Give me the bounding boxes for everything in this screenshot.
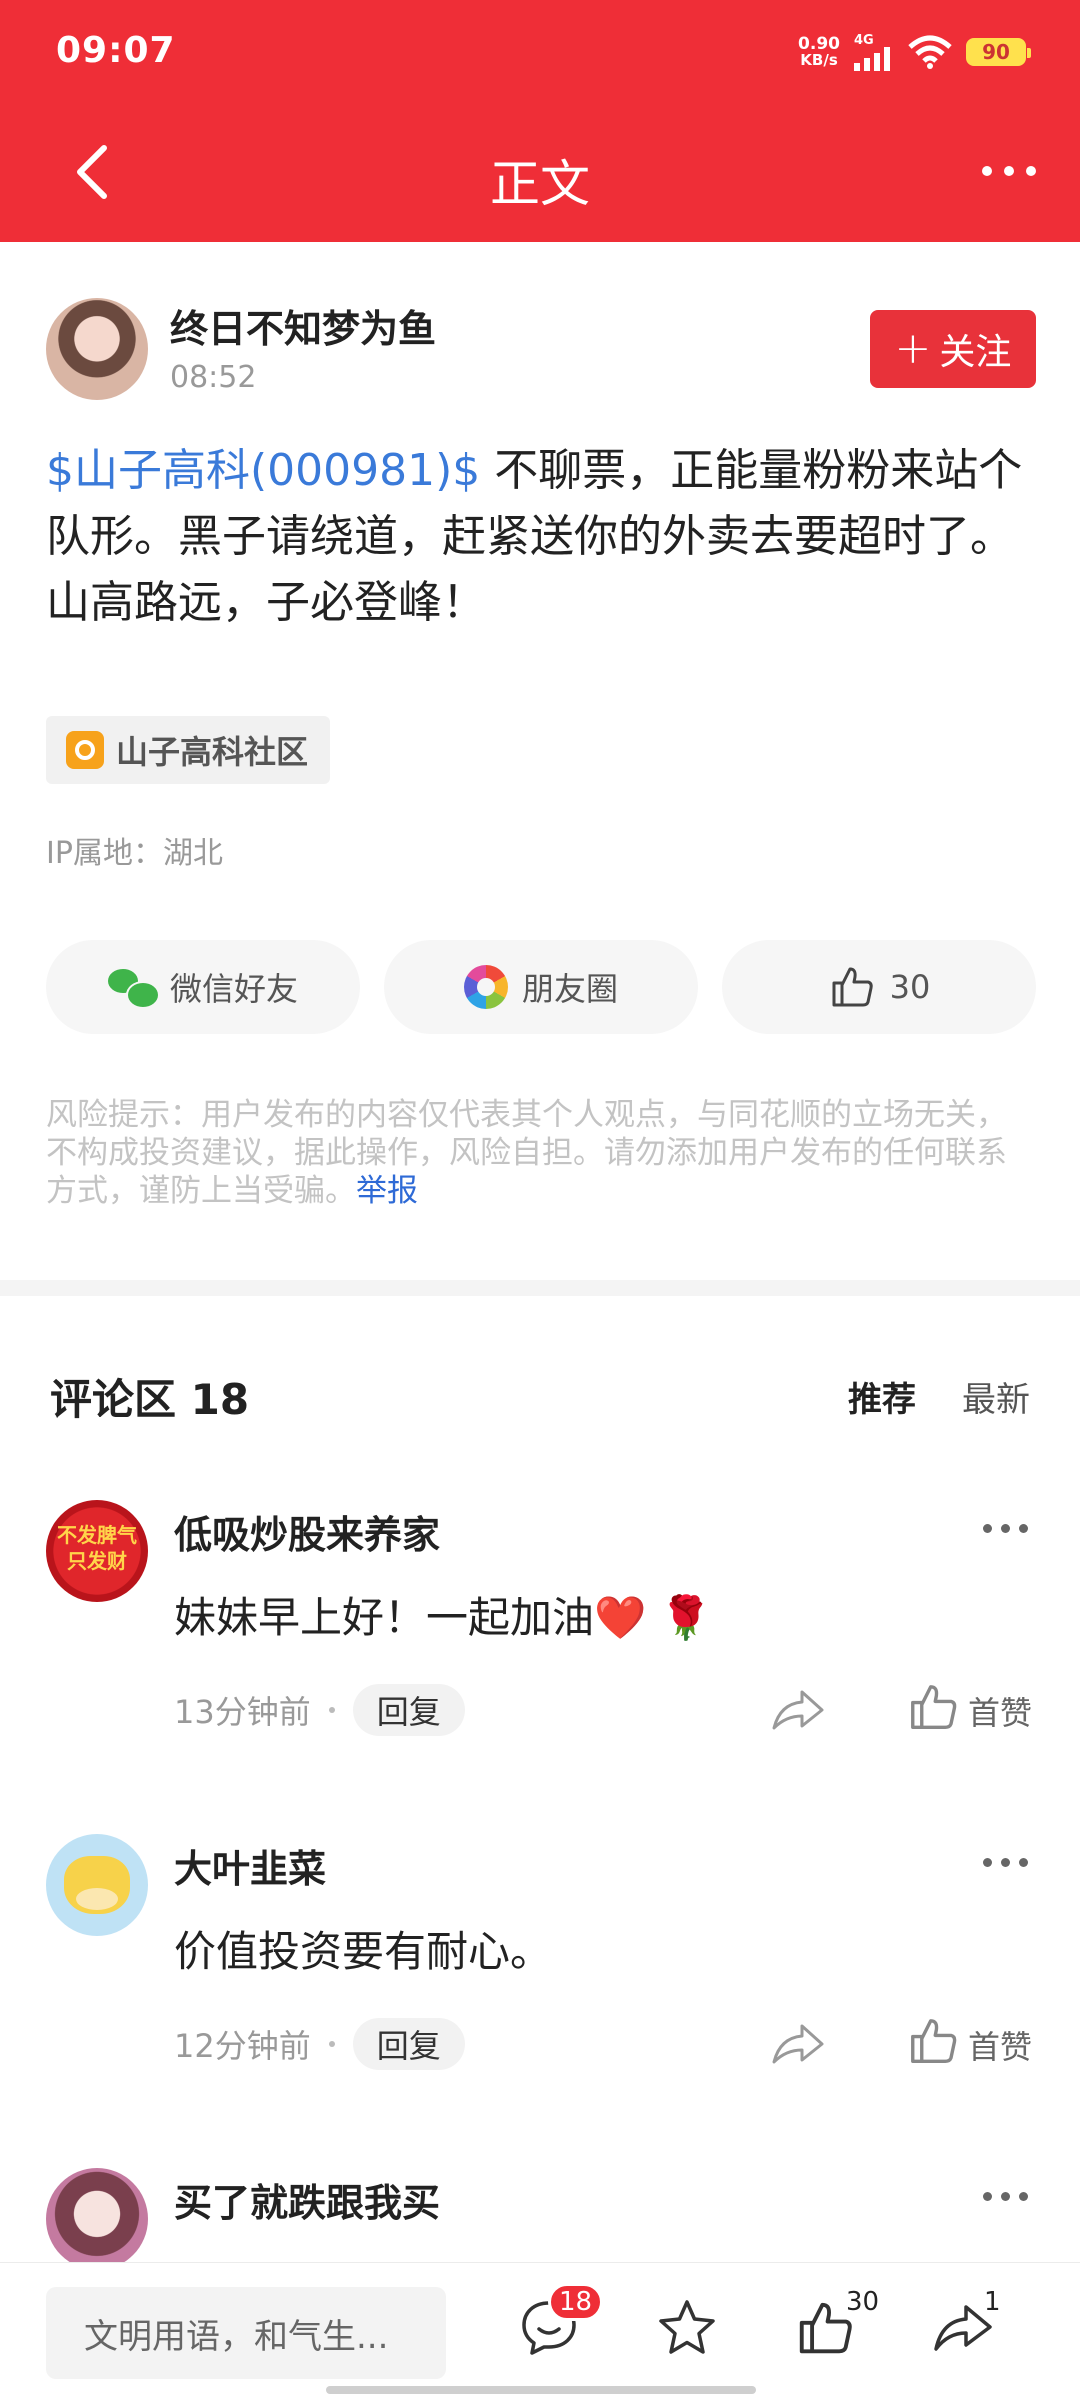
comment-item: 大叶韭菜 价值投资要有耐心。 12分钟前 回复 首赞 xyxy=(46,1834,1036,2084)
comment-item: 买了就跌跟我买 xyxy=(46,2168,1036,2262)
top-bar: 09:07 0.90 KB/s 4G 90 正文 xyxy=(0,0,1080,242)
post-author: 终日不知梦为鱼 08:52 + 关注 xyxy=(46,298,1036,408)
forward-icon[interactable] xyxy=(770,2018,826,2070)
wifi-icon xyxy=(908,35,952,69)
net-speed-unit: KB/s xyxy=(800,51,838,69)
comment-like-button[interactable]: 首赞 xyxy=(906,1680,1032,1734)
section-divider xyxy=(0,1280,1080,1296)
post-content: $山子高科(000981)$ 不聊票，正能量粉粉来站个队形。黑子请绕道，赶紧送你… xyxy=(46,438,1036,636)
home-indicator xyxy=(326,2386,756,2394)
favorite-button[interactable] xyxy=(656,2297,726,2367)
like-count-label: 30 xyxy=(846,2287,880,2317)
comment-like-label: 首赞 xyxy=(967,1694,1032,1732)
share-wechat-label: 微信好友 xyxy=(169,970,298,1008)
comment-sort: 推荐 最新 xyxy=(848,1372,1030,1421)
status-icons: 0.90 KB/s 4G 90 xyxy=(798,32,1031,72)
commenter-avatar[interactable]: 不发脾气只发财 xyxy=(46,1500,148,1602)
avatar-text: 不发脾气只发财 xyxy=(57,1523,137,1573)
thumbs-up-icon xyxy=(911,2019,957,2063)
share-count-label: 1 xyxy=(984,2287,1001,2317)
comment-time: 13分钟前 xyxy=(174,1693,311,1731)
share-moments-button[interactable]: 朋友圈 xyxy=(384,940,698,1034)
comment-time: 12分钟前 xyxy=(174,2027,311,2065)
share-wechat-button[interactable]: 微信好友 xyxy=(46,940,360,1034)
reply-button[interactable]: 回复 xyxy=(352,1684,465,1736)
bottom-like-button[interactable]: 30 xyxy=(794,2287,879,2367)
community-label: 山子高科社区 xyxy=(116,733,309,771)
follow-button[interactable]: + 关注 xyxy=(870,310,1036,388)
network-type: 4G xyxy=(854,32,874,48)
net-speed: 0.90 KB/s xyxy=(798,34,840,69)
follow-label: 关注 xyxy=(939,332,1012,373)
reply-button[interactable]: 回复 xyxy=(352,2018,465,2070)
more-icon[interactable] xyxy=(974,156,1044,186)
star-icon xyxy=(659,2300,715,2354)
comment-more-icon[interactable] xyxy=(983,2192,1028,2201)
moments-icon xyxy=(463,965,508,1009)
risk-text: 风险提示：用户发布的内容仅代表其个人观点，与同花顺的立场无关，不构成投资建议，据… xyxy=(46,1097,1007,1209)
like-count: 30 xyxy=(889,968,931,1006)
commenter-avatar[interactable] xyxy=(46,1834,148,1936)
commenter-name[interactable]: 大叶韭菜 xyxy=(174,1838,326,1893)
ip-location: IP属地：湖北 xyxy=(46,836,223,871)
page-title: 正文 xyxy=(490,155,590,213)
separator-dot xyxy=(328,2041,335,2047)
community-icon xyxy=(66,731,104,769)
author-avatar[interactable] xyxy=(46,298,148,400)
status-time: 09:07 xyxy=(56,30,176,71)
commenter-name[interactable]: 买了就跌跟我买 xyxy=(174,2172,440,2227)
comment-meta: 12分钟前 回复 xyxy=(174,2018,465,2070)
bottom-bar: 文明用语，和气生... 18 30 1 xyxy=(0,2262,1080,2400)
wechat-icon xyxy=(107,969,160,1009)
comment-button[interactable]: 18 xyxy=(518,2283,604,2367)
comment-more-icon[interactable] xyxy=(983,1858,1028,1867)
post-time: 08:52 xyxy=(170,360,257,395)
comment-more-icon[interactable] xyxy=(983,1524,1028,1533)
comments-title: 评论区 18 xyxy=(50,1375,250,1424)
comment-input[interactable]: 文明用语，和气生... xyxy=(46,2287,446,2379)
sort-recommended-tab[interactable]: 推荐 xyxy=(848,1372,916,1421)
commenter-name[interactable]: 低吸炒股来养家 xyxy=(174,1504,440,1559)
sort-latest-tab[interactable]: 最新 xyxy=(962,1372,1030,1421)
nav-bar: 正文 xyxy=(0,104,1080,242)
stock-link[interactable]: $山子高科(000981)$ xyxy=(46,445,480,496)
comment-count-badge: 18 xyxy=(548,2283,604,2321)
forward-icon[interactable] xyxy=(770,1684,826,1736)
signal-icon: 4G xyxy=(854,34,894,71)
thumbs-up-icon xyxy=(832,967,873,1007)
report-link[interactable]: 举报 xyxy=(356,1173,418,1209)
share-moments-label: 朋友圈 xyxy=(521,970,618,1008)
comment-item: 不发脾气只发财 低吸炒股来养家 妹妹早上好！一起加油❤️ 🌹 13分钟前 回复 … xyxy=(46,1500,1036,1750)
plus-icon: + xyxy=(894,323,932,374)
status-bar: 09:07 0.90 KB/s 4G 90 xyxy=(0,0,1080,104)
thumbs-up-icon xyxy=(911,1685,957,1729)
author-name[interactable]: 终日不知梦为鱼 xyxy=(170,298,436,353)
comment-text: 价值投资要有耐心。 xyxy=(174,1927,553,1976)
battery-level: 90 xyxy=(982,40,1010,64)
comment-like-label: 首赞 xyxy=(967,2028,1032,2066)
net-speed-value: 0.90 xyxy=(798,34,840,54)
share-row: 微信好友 朋友圈 30 xyxy=(46,940,1036,1034)
risk-notice: 风险提示：用户发布的内容仅代表其个人观点，与同花顺的立场无关，不构成投资建议，据… xyxy=(46,1096,1036,1210)
comment-text: 妹妹早上好！一起加油❤️ 🌹 xyxy=(174,1593,712,1642)
commenter-avatar[interactable] xyxy=(46,2168,148,2262)
battery-icon: 90 xyxy=(966,38,1031,66)
comment-meta: 13分钟前 回复 xyxy=(174,1684,465,1736)
like-button[interactable]: 30 xyxy=(722,940,1036,1034)
comment-like-button[interactable]: 首赞 xyxy=(906,2014,1032,2068)
share-button[interactable]: 1 xyxy=(932,2287,1002,2367)
community-tag[interactable]: 山子高科社区 xyxy=(46,716,331,784)
separator-dot xyxy=(328,1707,335,1713)
